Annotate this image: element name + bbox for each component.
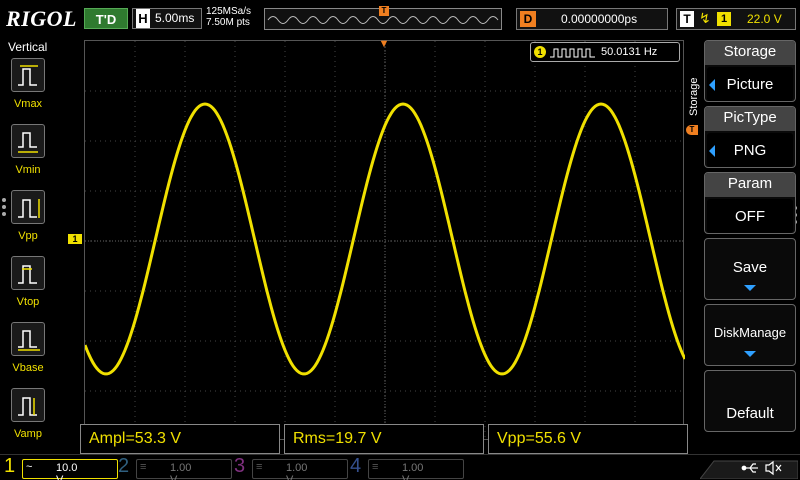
brand-logo: RIGOL: [6, 6, 77, 31]
square-wave-icon: [550, 48, 595, 58]
measure-vamp-label: Vamp: [14, 428, 42, 440]
measure-menu: Vertical Vmax Vmin Vpp Vtop Vbase Vamp: [0, 38, 56, 440]
vmin-icon: [18, 132, 38, 153]
timebase-box[interactable]: H 5.00ms: [132, 8, 202, 29]
measure-vmax-label: Vmax: [13, 98, 43, 110]
diskmanage-button[interactable]: DiskManage: [704, 304, 796, 366]
trigger-source: 1: [717, 12, 731, 26]
param-value: OFF: [735, 208, 765, 225]
delay-box[interactable]: D 0.00000000ps: [516, 8, 668, 30]
vpp-icon: [18, 199, 40, 218]
system-status-area: [698, 457, 799, 480]
run-status-badge[interactable]: T'D: [84, 8, 128, 29]
channel1-scale: 10.0 V: [56, 462, 78, 480]
measure-vpp-label: Vpp: [18, 230, 38, 242]
channel2-coupling-icon: ≡: [140, 461, 147, 473]
channel2-scale: 1.00 V: [170, 462, 192, 480]
memory-depth: 7.50M pts: [206, 17, 250, 28]
trigger-time-marker[interactable]: ▼: [378, 38, 390, 56]
default-button[interactable]: Default: [704, 370, 796, 432]
trigger-position-marker: T: [379, 6, 389, 16]
channel4-number: 4: [350, 455, 362, 477]
timebase-value: 5.00ms: [155, 11, 195, 25]
param-title: Param: [727, 175, 773, 192]
channel3-scale: 1.00 V: [286, 462, 308, 480]
measure-vmax-button[interactable]: [11, 58, 45, 92]
frequency-channel-badge: 1: [534, 46, 546, 58]
frequency-value: 50.0131 Hz: [601, 46, 658, 58]
status-icons: [698, 460, 799, 480]
sample-rate: 125MSa/s: [206, 6, 252, 17]
waveform-display[interactable]: [84, 40, 685, 441]
pictype-value: PNG: [733, 142, 767, 159]
storage-title: Storage: [723, 43, 777, 60]
memory-overview-strip[interactable]: T: [264, 6, 502, 30]
graticule: [85, 41, 685, 441]
menu-side-label: Storage: [688, 77, 700, 116]
measurement-rms[interactable]: Rms=19.7 V: [284, 424, 484, 454]
channel2-number: 2: [118, 455, 130, 477]
measure-vpp-button[interactable]: [11, 190, 45, 224]
param-button[interactable]: Param OFF: [704, 172, 796, 234]
measurement-ampl[interactable]: Ampl=53.3 V: [80, 424, 280, 454]
measurement-vpp[interactable]: Vpp=55.6 V: [488, 424, 688, 454]
measure-vmin-label: Vmin: [15, 164, 41, 176]
measure-vbase-button[interactable]: [11, 322, 45, 356]
top-status-bar: RIGOL T'D H 5.00ms 125MSa/s 7.50M pts T …: [0, 0, 800, 38]
diskmanage-label: DiskManage: [713, 325, 787, 340]
pictype-title: PicType: [723, 109, 777, 126]
menu-page-dots: [2, 198, 6, 219]
acquisition-info: 125MSa/s 7.50M pts: [206, 6, 251, 28]
channel1-offset-marker[interactable]: 1: [68, 234, 82, 244]
measure-vamp-button[interactable]: [11, 388, 45, 422]
vtop-icon: [18, 265, 37, 284]
channel3-number: 3: [234, 455, 246, 477]
down-arrow-icon: [744, 285, 756, 291]
channel1-waveform: [85, 102, 685, 376]
trigger-key: T: [680, 11, 694, 27]
save-label: Save: [732, 259, 768, 276]
delay-value: 0.00000000ps: [561, 12, 638, 26]
measure-vtop-label: Vtop: [16, 296, 40, 308]
frequency-counter: 1 50.0131 Hz: [530, 42, 680, 62]
default-label: Default: [726, 405, 774, 422]
down-arrow-icon: [744, 351, 756, 357]
trigger-level-marker[interactable]: T: [686, 125, 698, 135]
vmax-icon: [18, 65, 38, 86]
save-button[interactable]: Save: [704, 238, 796, 300]
measure-vbase-label: Vbase: [12, 362, 44, 374]
channel1-number: 1: [4, 455, 16, 477]
channel4-scale: 1.00 V: [402, 462, 424, 480]
delay-key: D: [520, 11, 536, 27]
trigger-level: 22.0 V: [747, 12, 782, 26]
measure-category-title: Vertical: [8, 40, 48, 54]
rising-edge-icon: ↯: [699, 10, 711, 26]
trigger-box[interactable]: T ↯ 1 22.0 V: [676, 8, 796, 30]
storage-type-button[interactable]: Storage Picture: [704, 40, 796, 102]
channel1-coupling: ~: [26, 461, 33, 473]
pictype-button[interactable]: PicType PNG: [704, 106, 796, 168]
measure-vtop-button[interactable]: [11, 256, 45, 290]
storage-value: Picture: [726, 76, 774, 93]
channel-status-bar: 1 ~ 10.0 V 2 ≡ 1.00 V 3 ≡ 1.00 V 4 ≡ 1.0…: [0, 454, 800, 480]
horizontal-key: H: [136, 9, 150, 28]
measure-vmin-button[interactable]: [11, 124, 45, 158]
channel3-coupling-icon: ≡: [256, 461, 263, 473]
channel4-coupling-icon: ≡: [372, 461, 379, 473]
vbase-icon: [18, 330, 40, 351]
vamp-icon: [18, 397, 37, 416]
